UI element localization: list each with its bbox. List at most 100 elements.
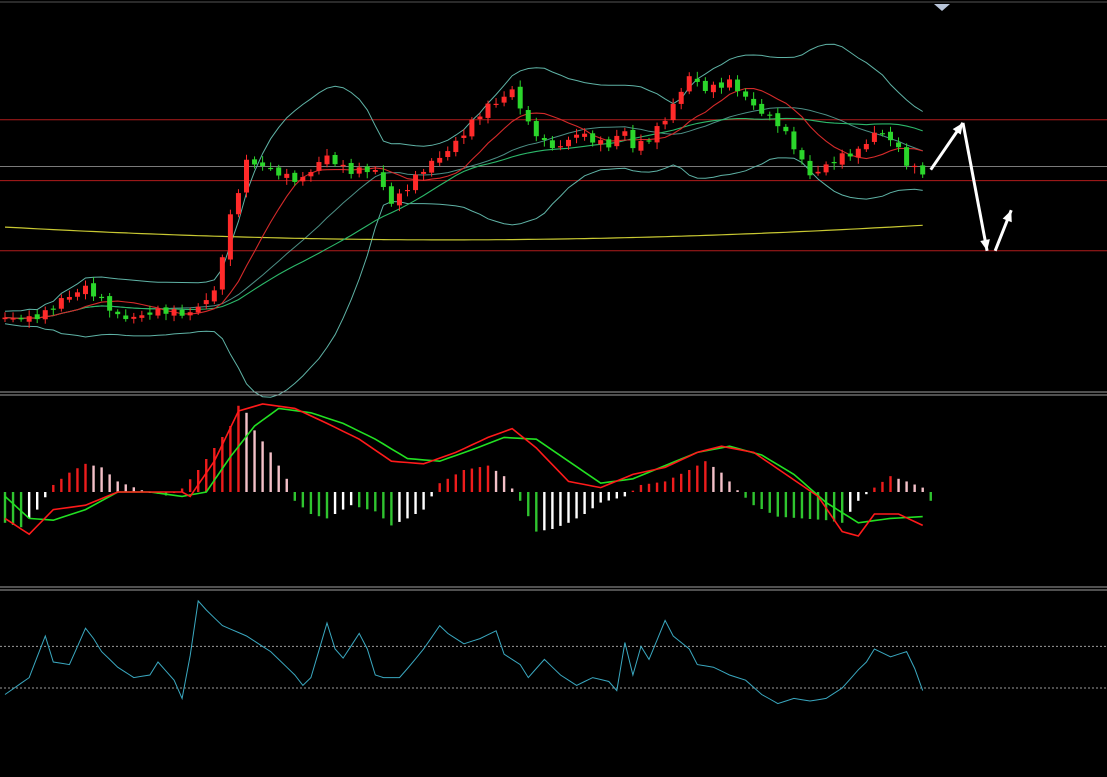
- candle-body: [574, 134, 580, 138]
- macd-histogram-bar: [277, 465, 280, 492]
- macd-histogram-bar: [639, 484, 643, 492]
- candle-body: [614, 135, 620, 147]
- macd-histogram-bar: [478, 467, 482, 492]
- candle-body: [244, 159, 249, 193]
- candle-body: [163, 307, 169, 314]
- macd-histogram-bar: [599, 492, 602, 503]
- macd-histogram-bar: [44, 492, 47, 498]
- macd-histogram-bar: [535, 492, 538, 532]
- macd-histogram-bar: [768, 492, 771, 513]
- candle-body: [751, 98, 757, 106]
- macd-histogram-bar: [704, 461, 707, 492]
- macd-histogram-bar: [849, 492, 852, 512]
- candle-body: [324, 155, 330, 165]
- candle-body: [606, 139, 612, 148]
- macd-histogram-bar: [422, 492, 425, 510]
- macd-histogram-bar: [293, 492, 296, 501]
- macd-histogram-bar: [728, 481, 731, 492]
- macd-histogram-bar: [84, 463, 87, 492]
- candle-body: [316, 162, 322, 171]
- macd-histogram-bar: [462, 470, 466, 492]
- macd-histogram-bar: [897, 478, 900, 492]
- candle-body: [823, 164, 829, 173]
- macd-histogram-bar: [510, 488, 514, 492]
- candle-body: [686, 76, 692, 92]
- candle-body: [42, 310, 48, 320]
- macd-histogram-bar: [349, 492, 353, 506]
- candle-body: [477, 116, 483, 120]
- macd-histogram-bar: [188, 479, 192, 492]
- candle-body: [276, 167, 282, 176]
- macd-histogram-bar: [27, 492, 31, 519]
- candle-body: [115, 311, 121, 315]
- macd-histogram-bar: [11, 492, 15, 525]
- candle-body: [445, 151, 451, 157]
- macd-histogram-bar: [341, 492, 345, 510]
- candle-body: [549, 140, 555, 149]
- macd-histogram-bar: [52, 484, 55, 492]
- candle-body: [421, 171, 427, 174]
- candle-body: [807, 160, 813, 176]
- macd-histogram-bar: [905, 481, 908, 492]
- candle-body: [300, 177, 306, 182]
- macd-histogram-bar: [607, 492, 610, 501]
- macd-histogram-bar: [358, 492, 361, 508]
- macd-histogram-bar: [543, 492, 546, 531]
- candle-body: [904, 147, 910, 166]
- candle-body: [356, 167, 362, 174]
- macd-histogram-bar: [366, 492, 369, 510]
- candle-body: [879, 133, 885, 135]
- candle-body: [364, 166, 370, 173]
- candle-body: [195, 306, 201, 313]
- trading-chart: [0, 0, 1107, 777]
- ma-long-line: [4, 224, 923, 241]
- candle-body: [131, 316, 137, 319]
- candle-body: [863, 143, 869, 150]
- macd-histogram-bar: [655, 482, 659, 492]
- macd-histogram-bar: [470, 468, 474, 492]
- chart-canvas: [0, 1, 1107, 705]
- macd-histogram-bar: [486, 465, 490, 492]
- candle-body: [155, 308, 161, 316]
- candle-body: [50, 308, 56, 310]
- candle-body: [735, 79, 741, 92]
- candle-body: [590, 133, 596, 143]
- candle-body: [235, 193, 241, 215]
- candle-body: [99, 296, 105, 299]
- macd-histogram-bar: [398, 492, 401, 522]
- candle-body: [831, 162, 837, 164]
- macd-histogram-bar: [631, 490, 635, 492]
- candle-body: [284, 173, 290, 178]
- macd-histogram-bar: [374, 492, 377, 512]
- candle-body: [598, 140, 604, 145]
- macd-histogram-bar: [921, 487, 924, 492]
- candle-body: [380, 172, 386, 187]
- candle-body: [26, 316, 32, 322]
- macd-histogram-bar: [696, 465, 699, 492]
- candle-body: [525, 110, 531, 122]
- candle-body: [34, 314, 40, 320]
- macd-histogram-bar: [333, 492, 337, 514]
- macd-histogram-bar: [567, 492, 570, 523]
- macd-histogram-bar: [116, 481, 119, 492]
- candle-body: [775, 113, 781, 127]
- oscillator-panel: [0, 599, 1107, 705]
- candle-body: [461, 135, 467, 138]
- candle-body: [453, 140, 459, 153]
- macd-histogram-bar: [68, 472, 71, 492]
- macd-histogram-bar: [325, 492, 329, 519]
- projection-arrow-head-1: [980, 239, 990, 251]
- candle-body: [920, 165, 926, 175]
- macd-histogram-bar: [197, 470, 200, 492]
- candle-body: [91, 283, 97, 297]
- candle-body: [541, 137, 547, 141]
- macd-histogram-bar: [800, 492, 804, 519]
- macd-histogram-bar: [776, 492, 779, 517]
- scroll-marker-icon: [934, 4, 950, 11]
- candle-body: [268, 167, 274, 170]
- candle-body: [702, 80, 708, 91]
- macd-histogram-bar: [752, 492, 755, 506]
- candle-body: [888, 131, 893, 141]
- candle-body: [348, 162, 354, 174]
- macd-histogram-bar: [406, 492, 409, 519]
